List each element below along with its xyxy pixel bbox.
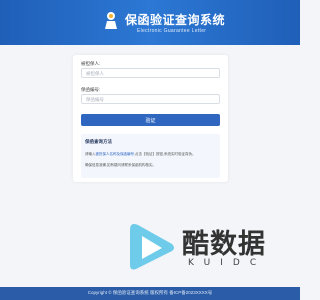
logo-icon [105,12,117,29]
copyright-text: Copyright © 保函验证查询系统 版权所有 备ICP备2023XXXX号 [87,290,213,295]
app-title: 保函验证查询系统 [125,13,226,27]
applicant-label: 被担保人: [81,61,101,66]
instructions-line-2: 确保信息准确,如有疑问请联系保函机构核实。 [85,163,156,167]
app-subtitle: Electronic Guarantee Letter [137,28,207,34]
instructions-line-1-prefix: 请输入 [85,152,96,156]
instructions-link[interactable]: 被担保人名称及保函编号 [96,152,135,156]
applicant-input[interactable] [81,68,220,78]
watermark: 酷数据 KUIDC [128,210,288,280]
instructions-line-1: 请输入被担保人名称及保函编号,点击【验证】按钮,系统实时验证真伪。 [85,152,195,157]
watermark-text: 酷数据 [182,229,266,260]
instructions-title: 保函查询方法 [85,139,112,144]
app-header: 保函验证查询系统 Electronic Guarantee Letter [0,0,300,45]
instructions-line-1-suffix: ,点击【验证】按钮,系统实时验证真伪。 [134,152,196,156]
play-logo-icon [130,224,174,270]
verification-card: 被担保人: 保函编号: 验证 保函查询方法 请输入被担保人名称及保函编号,点击【… [73,55,228,182]
instructions-panel: 保函查询方法 请输入被担保人名称及保函编号,点击【验证】按钮,系统实时验证真伪。… [81,134,220,178]
verify-button[interactable]: 验证 [81,114,220,126]
guarantee-number-input[interactable] [81,94,220,104]
watermark-subtext: KUIDC [188,258,267,268]
guarantee-number-label: 保函编号: [81,87,101,92]
footer: Copyright © 保函验证查询系统 版权所有 备ICP备2023XXXX号 [0,287,300,300]
